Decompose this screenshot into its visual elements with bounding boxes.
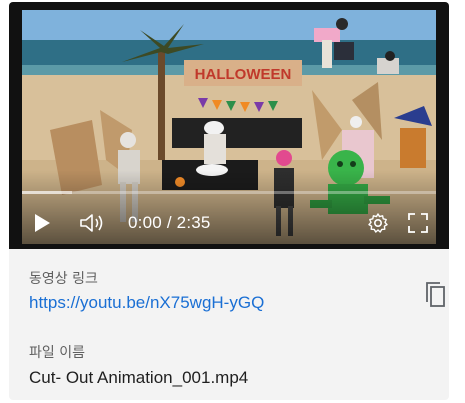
fullscreen-icon	[408, 213, 428, 233]
player-controls: 0:00 / 2:35	[22, 202, 436, 244]
progress-bar[interactable]	[22, 191, 436, 194]
volume-icon	[80, 214, 103, 232]
video-link[interactable]: https://youtu.be/nX75wgH-yGQ	[29, 293, 264, 313]
time-display: 0:00 / 2:35	[128, 213, 211, 233]
volume-button[interactable]	[74, 202, 110, 244]
copy-icon	[426, 282, 445, 307]
time-separator: /	[161, 213, 177, 232]
fullscreen-button[interactable]	[400, 202, 436, 244]
current-time: 0:00	[128, 213, 162, 232]
copy-link-button[interactable]	[419, 278, 449, 310]
file-name: Cut- Out Animation_001.mp4	[29, 368, 249, 387]
halloween-sign-text: HALLOWEEN	[195, 66, 292, 83]
video-link-label: 동영상 링크	[29, 271, 98, 287]
settings-button[interactable]	[360, 202, 396, 244]
video-player[interactable]: HALLOWEEN 0:00 / 2:35	[9, 2, 449, 249]
progress-buffered	[22, 191, 72, 194]
video-share-card: HALLOWEEN 0:00 / 2:35 동영상 링크 https://you…	[9, 2, 449, 400]
gear-icon	[368, 213, 388, 233]
play-icon	[35, 214, 50, 232]
file-name-label: 파일 이름	[29, 345, 85, 361]
play-button[interactable]	[24, 202, 60, 244]
duration: 2:35	[176, 213, 211, 232]
